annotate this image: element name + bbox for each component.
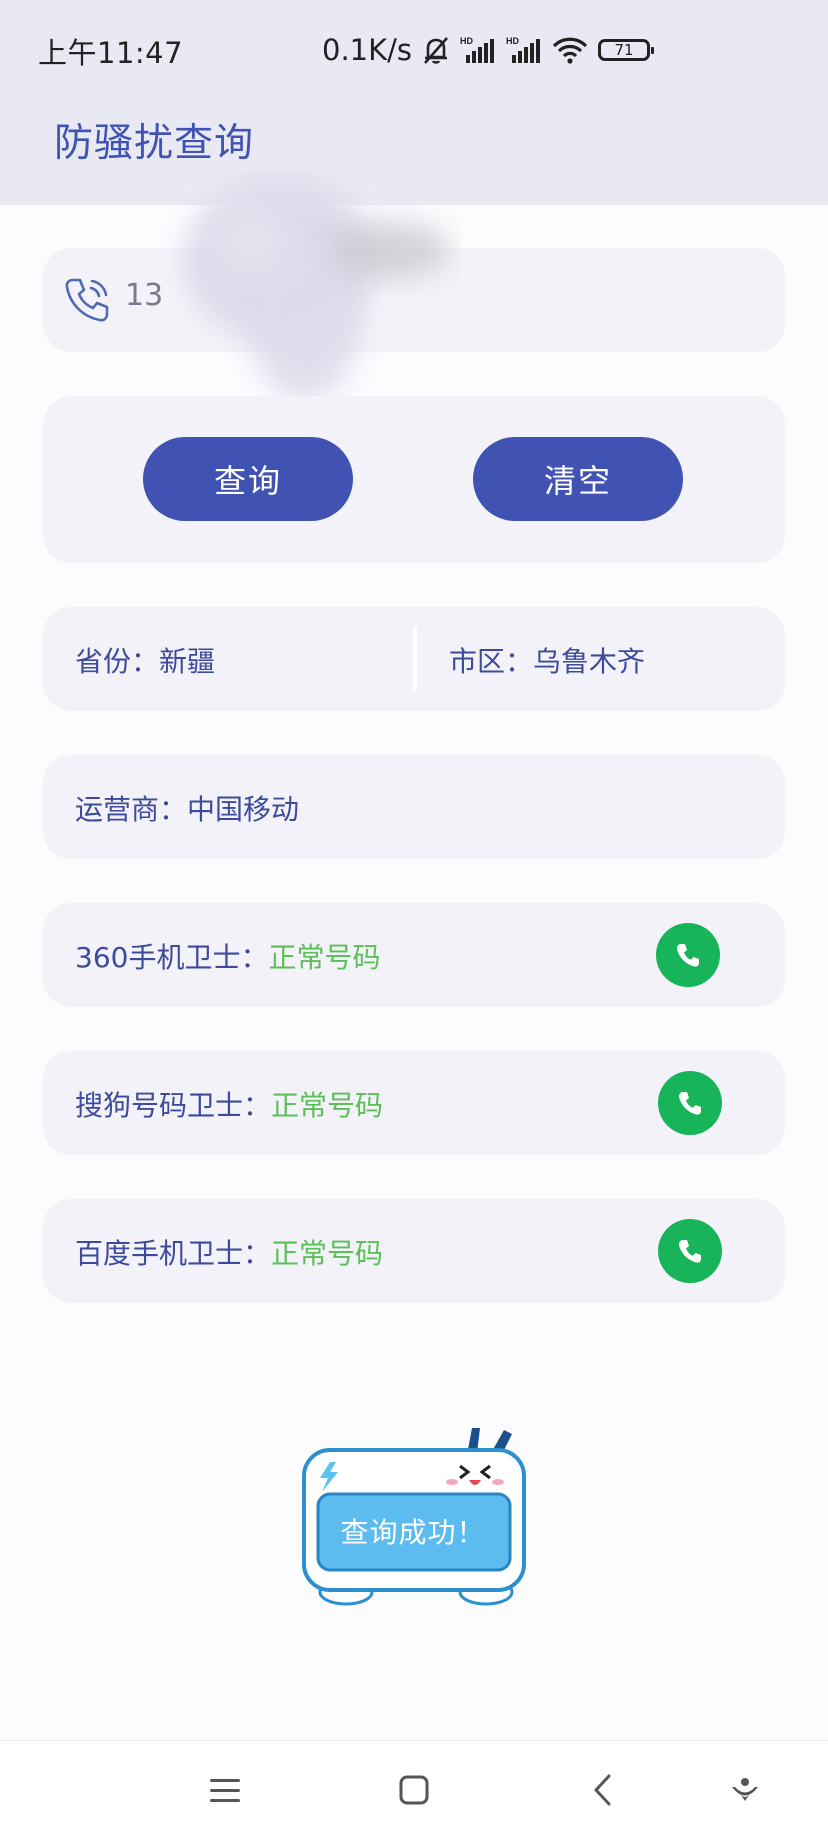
- guard-status: 正常号码: [268, 941, 381, 974]
- battery-icon: 71: [598, 39, 655, 61]
- guard-row: 360手机卫士：正常号码: [75, 936, 380, 976]
- action-card: 查询 清空: [43, 396, 785, 563]
- phone-number-value: 13: [125, 278, 164, 313]
- call-button[interactable]: [658, 1071, 722, 1135]
- province-label: 省份：: [75, 645, 160, 678]
- location-divider: [413, 627, 417, 691]
- query-button[interactable]: 查询: [143, 437, 353, 521]
- guard-card-360: 360手机卫士：正常号码: [43, 903, 785, 1007]
- carrier-label: 运营商：: [75, 793, 188, 826]
- bell-off-icon: [422, 35, 450, 65]
- call-button[interactable]: [658, 1219, 722, 1283]
- phone-icon: [61, 274, 113, 326]
- carrier-card: 运营商：中国移动: [43, 755, 785, 859]
- city-value: 乌鲁木齐: [533, 645, 646, 678]
- guard-card-sogou: 搜狗号码卫士：正常号码: [43, 1051, 785, 1155]
- toast-message: 查询成功！: [340, 1516, 486, 1549]
- guard-row: 百度手机卫士：正常号码: [75, 1232, 383, 1272]
- wifi-icon: [552, 35, 588, 65]
- navigation-bar: [0, 1740, 828, 1841]
- city-label: 市区：: [449, 645, 534, 678]
- status-icons: 0.1K/s HD HD 71: [322, 30, 655, 70]
- guard-status: 正常号码: [271, 1089, 384, 1122]
- province-value: 新疆: [159, 645, 216, 678]
- phone-call-icon: [678, 1240, 701, 1263]
- province-row: 省份：新疆: [75, 640, 215, 680]
- clear-button[interactable]: 清空: [473, 437, 683, 521]
- back-icon[interactable]: [578, 1765, 628, 1815]
- menu-icon[interactable]: [200, 1765, 250, 1815]
- phone-call-icon: [676, 944, 699, 967]
- assistant-icon[interactable]: [720, 1765, 770, 1815]
- phone-input-field[interactable]: 13: [43, 248, 785, 352]
- carrier-row: 运营商：中国移动: [75, 788, 299, 828]
- page-title: 防骚扰查询: [54, 121, 255, 166]
- city-row: 市区：乌鲁木齐: [449, 640, 645, 680]
- guard-status: 正常号码: [271, 1237, 384, 1270]
- svg-text:HD: HD: [506, 36, 519, 46]
- location-card: 省份：新疆 市区：乌鲁木齐: [43, 607, 785, 711]
- home-icon[interactable]: [389, 1765, 439, 1815]
- carrier-value: 中国移动: [187, 793, 300, 826]
- hd-signal-icon: HD: [506, 35, 542, 65]
- guard-label: 搜狗号码卫士：: [75, 1089, 272, 1122]
- net-speed: 0.1K/s: [322, 33, 413, 67]
- hd-signal-icon: HD: [460, 35, 496, 65]
- call-button[interactable]: [656, 923, 720, 987]
- guard-row: 搜狗号码卫士：正常号码: [75, 1084, 383, 1124]
- success-toast: 查询成功！: [300, 1420, 530, 1610]
- guard-card-baidu: 百度手机卫士：正常号码: [43, 1199, 785, 1303]
- phone-call-icon: [678, 1092, 701, 1115]
- svg-text:HD: HD: [460, 36, 473, 46]
- guard-label: 百度手机卫士：: [75, 1237, 272, 1270]
- guard-label: 360手机卫士：: [75, 941, 269, 974]
- app-header: 上午11:47 0.1K/s HD HD 71 防骚扰查询: [0, 0, 828, 205]
- status-time: 上午11:47: [38, 36, 184, 70]
